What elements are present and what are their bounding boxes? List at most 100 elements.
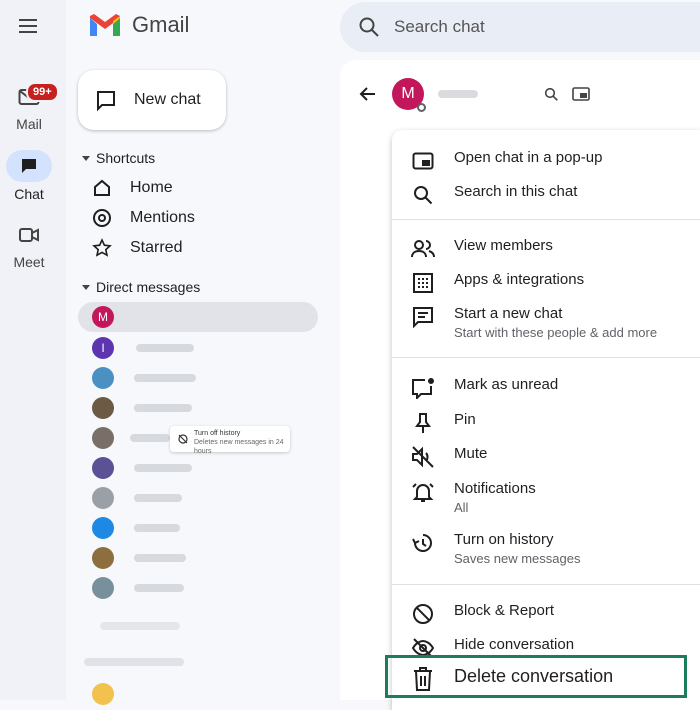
search-bar[interactable]: Search chat bbox=[340, 2, 700, 52]
message-icon bbox=[410, 304, 436, 330]
avatar[interactable] bbox=[92, 683, 114, 705]
menu-label: Pin bbox=[454, 411, 476, 428]
avatar[interactable] bbox=[92, 577, 114, 599]
shortcut-starred-label: Starred bbox=[130, 239, 183, 256]
menu-label: Notifications bbox=[454, 480, 536, 497]
menu-item-apps[interactable]: Apps & integrations bbox=[410, 270, 584, 296]
menu-item-pin[interactable]: Pin bbox=[410, 410, 476, 436]
menu-divider bbox=[392, 357, 700, 358]
menu-label: Block & Report bbox=[454, 602, 555, 619]
direct-messages-heading[interactable]: Direct messages bbox=[82, 279, 200, 295]
grid-icon bbox=[410, 270, 436, 296]
rail-label-meet: Meet bbox=[13, 254, 45, 270]
menu-item-search[interactable]: Search in this chat bbox=[410, 182, 577, 208]
blurred-contact-name bbox=[100, 622, 180, 630]
avatar[interactable] bbox=[92, 397, 114, 419]
search-icon bbox=[410, 182, 436, 208]
gmail-m-icon bbox=[90, 14, 120, 36]
chat-header: M bbox=[358, 78, 590, 112]
avatar[interactable] bbox=[92, 487, 114, 509]
rail-item-chat[interactable]: Chat bbox=[0, 150, 58, 202]
blurred-contact-name bbox=[134, 404, 192, 412]
menu-sublabel: All bbox=[454, 500, 469, 515]
shortcut-mentions[interactable]: Mentions bbox=[92, 208, 195, 228]
menu-label: Search in this chat bbox=[454, 183, 578, 200]
menu-item-mute[interactable]: Mute bbox=[410, 444, 487, 470]
chat-icon bbox=[6, 150, 52, 182]
menu-divider bbox=[392, 219, 700, 220]
menu-label: View members bbox=[454, 237, 553, 254]
video-camera-icon bbox=[14, 220, 44, 250]
hamburger-icon bbox=[19, 19, 37, 33]
rail-label-chat: Chat bbox=[14, 186, 44, 202]
blurred-contact-name bbox=[134, 524, 180, 532]
menu-item-view-members[interactable]: View members bbox=[410, 236, 553, 262]
menu-label: Mute bbox=[454, 445, 488, 462]
shortcut-starred[interactable]: Starred bbox=[92, 238, 182, 258]
mute-icon bbox=[410, 444, 436, 470]
avatar[interactable] bbox=[92, 457, 114, 479]
shortcut-home[interactable]: Home bbox=[92, 178, 173, 198]
menu-label: Hide conversation bbox=[454, 636, 575, 653]
blurred-contact-name bbox=[136, 344, 194, 352]
menu-item-notifications[interactable]: Notifications All bbox=[410, 479, 536, 517]
rail-label-mail: Mail bbox=[16, 116, 42, 132]
menu-item-history[interactable]: Turn on history Saves new messages bbox=[410, 530, 580, 568]
at-icon bbox=[93, 209, 111, 227]
presence-indicator bbox=[417, 103, 426, 112]
menu-label: Mark as unread bbox=[454, 376, 559, 393]
chat-header-avatar[interactable]: M bbox=[392, 78, 426, 112]
new-chat-button[interactable]: New chat bbox=[78, 70, 226, 130]
blurred-contact-name bbox=[134, 584, 184, 592]
mark-unread-icon bbox=[410, 375, 436, 401]
menu-item-block-report[interactable]: Block & Report bbox=[410, 601, 554, 627]
chat-header-avatar-initial: M bbox=[401, 85, 415, 102]
avatar[interactable] bbox=[92, 517, 114, 539]
dm-item-active[interactable] bbox=[78, 302, 318, 332]
popup-window-icon bbox=[410, 148, 436, 174]
gmail-logo[interactable]: Gmail bbox=[88, 12, 189, 38]
rail-item-meet[interactable]: Meet bbox=[0, 220, 58, 270]
menu-button[interactable] bbox=[16, 14, 40, 38]
menu-sublabel: Saves new messages bbox=[454, 551, 581, 566]
menu-label: Turn on history bbox=[454, 531, 554, 548]
menu-label: Open chat in a pop-up bbox=[454, 149, 603, 166]
avatar[interactable] bbox=[92, 367, 114, 389]
direct-messages-label: Direct messages bbox=[96, 279, 201, 295]
back-arrow-icon[interactable] bbox=[358, 84, 378, 104]
bell-icon bbox=[410, 479, 436, 505]
history-off-icon bbox=[178, 434, 188, 444]
home-icon bbox=[94, 179, 110, 196]
menu-label: Apps & integrations bbox=[454, 271, 585, 288]
blurred-contact-name bbox=[134, 464, 192, 472]
avatar[interactable]: I bbox=[92, 337, 114, 359]
menu-item-popup[interactable]: Open chat in a pop-up bbox=[410, 148, 602, 174]
avatar: M bbox=[92, 306, 114, 328]
shortcut-mentions-label: Mentions bbox=[130, 209, 195, 226]
avatar[interactable] bbox=[92, 427, 114, 449]
caret-down-icon bbox=[82, 156, 90, 161]
shortcuts-heading[interactable]: Shortcuts bbox=[82, 150, 155, 166]
menu-label: Start a new chat bbox=[454, 305, 563, 322]
pin-icon bbox=[410, 410, 436, 436]
blurred-chat-name bbox=[438, 90, 478, 98]
blurred-contact-name bbox=[134, 374, 196, 382]
avatar[interactable] bbox=[92, 547, 114, 569]
caret-down-icon bbox=[82, 285, 90, 290]
menu-divider bbox=[392, 584, 700, 585]
menu-item-start-new-chat[interactable]: Start a new chat Start with these people… bbox=[410, 304, 657, 342]
menu-item-mark-unread[interactable]: Mark as unread bbox=[410, 375, 558, 401]
tooltip-title: Turn off history bbox=[194, 430, 241, 437]
search-icon bbox=[359, 17, 379, 37]
logo-text: Gmail bbox=[132, 12, 190, 37]
search-icon[interactable] bbox=[544, 87, 558, 101]
people-icon bbox=[410, 236, 436, 262]
rail-item-mail[interactable]: 99+ Mail bbox=[0, 82, 59, 132]
search-input[interactable]: Search chat bbox=[394, 17, 485, 37]
shortcut-home-label: Home bbox=[130, 179, 173, 196]
history-icon bbox=[410, 530, 436, 556]
popup-window-icon[interactable] bbox=[572, 87, 590, 101]
new-chat-label: New chat bbox=[134, 91, 201, 108]
shortcuts-heading-label: Shortcuts bbox=[96, 150, 156, 166]
history-tooltip: Turn off history Deletes new messages in… bbox=[170, 426, 290, 455]
